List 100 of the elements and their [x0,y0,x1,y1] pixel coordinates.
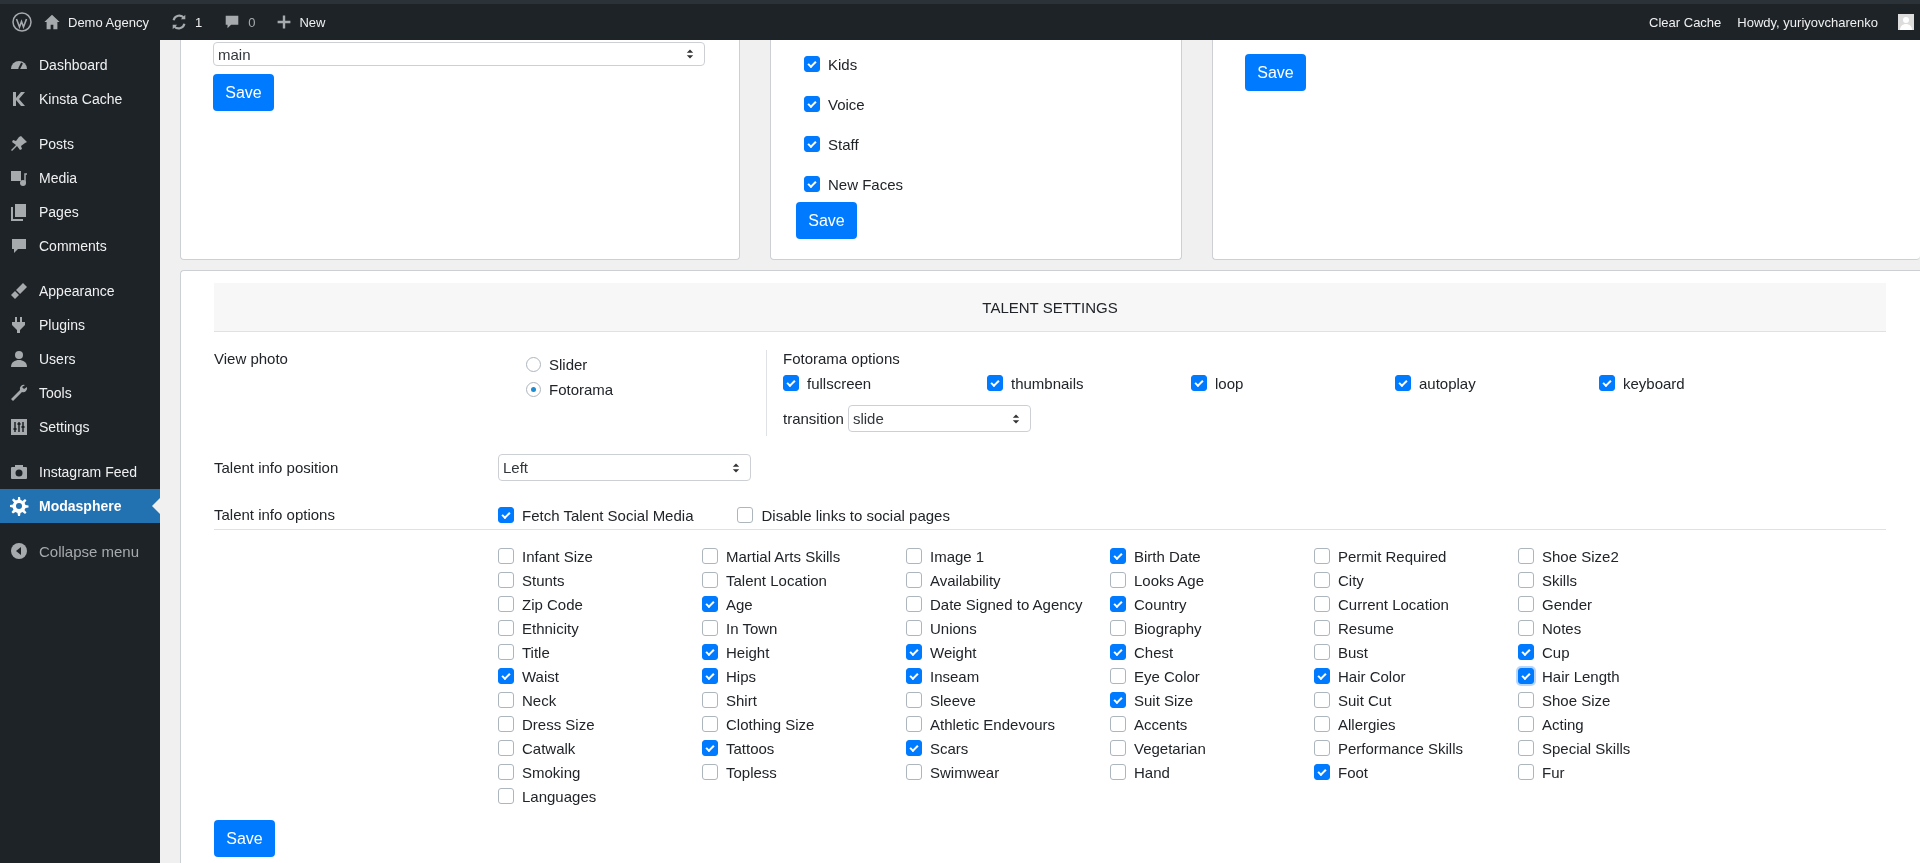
select-field[interactable]: Left [498,454,751,481]
checkbox[interactable] [1314,548,1330,564]
sidebar-item[interactable]: Plugins [0,308,160,342]
checkbox[interactable] [1518,548,1534,564]
pushpin-icon[interactable] [9,134,29,154]
checkbox[interactable] [987,375,1003,391]
save-button[interactable]: Save [214,820,275,857]
checkbox[interactable] [702,668,718,684]
checkbox[interactable] [1518,644,1534,660]
sidebar-item[interactable]: Kinsta Cache [0,82,160,116]
select-field[interactable]: slide [847,405,1031,432]
checkbox[interactable] [1314,764,1330,780]
pages-icon[interactable] [9,202,29,222]
checkbox[interactable] [1518,764,1534,780]
settings-icon[interactable] [9,417,29,437]
user-icon[interactable] [9,349,29,369]
wrench-icon[interactable] [9,383,29,403]
checkbox[interactable] [1395,375,1411,391]
site-name-link[interactable]: Demo Agency [68,14,149,30]
checkbox[interactable] [1110,548,1126,564]
sidebar-item[interactable]: Comments [0,229,160,263]
checkbox[interactable] [1518,620,1534,636]
checkbox[interactable] [906,668,922,684]
sidebar-item[interactable]: Media [0,161,160,195]
checkbox[interactable] [783,375,799,391]
checkbox[interactable] [498,548,514,564]
checkbox[interactable] [498,764,514,780]
updown-caret-icon[interactable] [1011,412,1020,425]
updates-count[interactable]: 1 [194,14,203,30]
checkbox[interactable] [906,596,922,612]
checkbox[interactable] [1314,740,1330,756]
checkbox[interactable] [804,56,820,72]
camera-icon[interactable] [9,462,29,482]
checkbox[interactable] [702,740,718,756]
checkbox[interactable] [1110,572,1126,588]
plus-icon[interactable] [276,14,293,30]
checkbox[interactable] [1518,668,1534,684]
updown-caret-icon[interactable] [732,461,740,474]
checkbox[interactable] [702,548,718,564]
checkbox[interactable] [804,136,820,152]
sidebar-item[interactable]: Pages [0,195,160,229]
checkbox[interactable] [1314,620,1330,636]
save-button[interactable]: Save [796,202,857,239]
checkbox[interactable] [906,740,922,756]
checkbox[interactable] [702,644,718,660]
checkbox[interactable] [906,620,922,636]
checkbox[interactable] [906,764,922,780]
comment-icon[interactable] [9,236,29,256]
checkbox[interactable] [906,644,922,660]
updown-caret-icon[interactable] [686,48,694,60]
account-link[interactable]: Howdy, yuriyovcharenko [1737,14,1878,30]
settings-icon[interactable] [9,496,29,516]
checkbox[interactable] [804,176,820,192]
checkbox[interactable] [498,596,514,612]
sidebar-item[interactable]: Users [0,342,160,376]
checkbox[interactable] [702,716,718,732]
sidebar-item[interactable]: Modasphere [0,489,160,523]
checkbox[interactable] [702,764,718,780]
checkbox[interactable] [702,572,718,588]
sidebar-item[interactable]: Appearance [0,274,160,308]
checkbox[interactable] [906,692,922,708]
checkbox[interactable] [1110,692,1126,708]
checkbox[interactable] [1518,740,1534,756]
checkbox[interactable] [1110,740,1126,756]
checkbox[interactable] [1314,716,1330,732]
save-button[interactable]: Save [213,74,274,111]
checkbox[interactable] [1110,644,1126,660]
checkbox[interactable] [1110,764,1126,780]
checkbox[interactable] [498,572,514,588]
checkbox[interactable] [702,692,718,708]
comments-count[interactable]: 0 [248,14,256,30]
checkbox[interactable] [1518,572,1534,588]
checkbox[interactable] [1518,596,1534,612]
checkbox[interactable] [498,507,514,523]
clear-cache-link[interactable]: Clear Cache [1649,14,1722,30]
checkbox[interactable] [1314,572,1330,588]
checkbox[interactable] [906,572,922,588]
checkbox[interactable] [906,548,922,564]
checkbox[interactable] [702,596,718,612]
brush-icon[interactable] [9,281,29,301]
home-icon[interactable] [43,13,61,31]
sidebar-item[interactable]: Posts [0,127,160,161]
checkbox[interactable] [498,668,514,684]
checkbox[interactable] [1518,716,1534,732]
checkbox[interactable] [1110,596,1126,612]
checkbox[interactable] [1110,668,1126,684]
checkbox[interactable] [1518,692,1534,708]
checkbox[interactable] [498,740,514,756]
checkbox[interactable] [498,692,514,708]
checkbox[interactable] [737,507,754,523]
checkbox[interactable] [498,788,514,804]
wordpress-logo-icon[interactable] [12,12,32,32]
checkbox[interactable] [1191,375,1207,391]
radio-button[interactable] [526,382,541,397]
checkbox[interactable] [498,716,514,732]
checkbox[interactable] [702,620,718,636]
checkbox[interactable] [1599,375,1615,391]
sidebar-item[interactable]: Tools [0,376,160,410]
checkbox[interactable] [1110,620,1126,636]
save-button[interactable]: Save [1245,54,1306,91]
